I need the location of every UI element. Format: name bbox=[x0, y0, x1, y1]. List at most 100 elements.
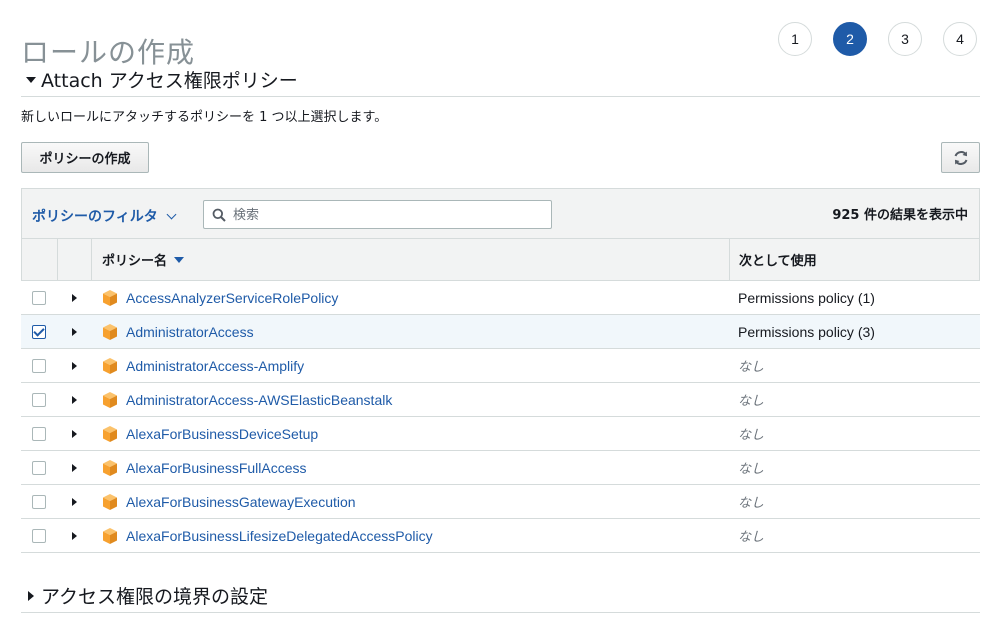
policy-name-link[interactable]: AlexaForBusinessGatewayExecution bbox=[126, 494, 356, 510]
policy-name-cell: AlexaForBusinessGatewayExecution bbox=[91, 493, 729, 511]
aws-policy-cube-icon bbox=[103, 459, 117, 476]
policy-name-link[interactable]: AdministratorAccess-AWSElasticBeanstalk bbox=[126, 392, 392, 408]
create-policy-button[interactable]: ポリシーの作成 bbox=[21, 142, 149, 173]
table-row[interactable]: AccessAnalyzerServiceRolePolicy Permissio… bbox=[21, 281, 980, 315]
table-header: ポリシー名 次として使用 bbox=[21, 239, 980, 281]
row-select-cell bbox=[21, 324, 57, 339]
expand-caret-icon[interactable] bbox=[71, 327, 77, 336]
policy-name-link[interactable]: AdministratorAccess bbox=[126, 324, 254, 340]
policy-name-link[interactable]: AlexaForBusinessFullAccess bbox=[126, 460, 307, 476]
table-row[interactable]: AdministratorAccess Permissions policy (3… bbox=[21, 315, 980, 349]
search-input[interactable] bbox=[231, 206, 535, 223]
chevron-down-icon bbox=[166, 209, 177, 220]
table-row[interactable]: AlexaForBusinessGatewayExecution なし bbox=[21, 485, 980, 519]
used-as-cell: Permissions policy (1) bbox=[738, 289, 875, 306]
permissions-boundary-section-header[interactable]: アクセス権限の境界の設定 bbox=[21, 579, 980, 613]
row-expand-cell bbox=[57, 497, 91, 506]
row-checkbox[interactable] bbox=[32, 494, 46, 509]
policy-name-cell: AlexaForBusinessFullAccess bbox=[91, 459, 729, 477]
used-as-cell: なし bbox=[738, 394, 765, 409]
aws-policy-cube-icon bbox=[103, 425, 117, 442]
policy-name-cell: AlexaForBusinessDeviceSetup bbox=[91, 425, 729, 443]
row-select-cell bbox=[21, 528, 57, 543]
policy-name-cell: AccessAnalyzerServiceRolePolicy bbox=[91, 289, 729, 307]
aws-policy-cube-icon bbox=[103, 357, 117, 374]
row-checkbox[interactable] bbox=[32, 460, 46, 475]
header-expand-cell bbox=[58, 239, 92, 280]
expand-caret-icon[interactable] bbox=[71, 531, 77, 540]
expand-caret-icon[interactable] bbox=[71, 293, 77, 302]
table-row[interactable]: AdministratorAccess-AWSElasticBeanstalk な… bbox=[21, 383, 980, 417]
search-box[interactable] bbox=[203, 200, 552, 229]
caret-right-icon bbox=[21, 590, 41, 601]
aws-policy-cube-icon bbox=[103, 323, 117, 340]
policy-name-cell: AdministratorAccess-AWSElasticBeanstalk bbox=[91, 391, 729, 409]
aws-policy-cube-icon bbox=[103, 493, 117, 510]
step-4[interactable]: 4 bbox=[943, 22, 977, 56]
result-count: 925 件の結果を表示中 bbox=[832, 208, 968, 223]
table-row[interactable]: AlexaForBusinessFullAccess なし bbox=[21, 451, 980, 485]
used-as-cell: なし bbox=[738, 496, 765, 511]
row-expand-cell bbox=[57, 327, 91, 336]
policy-name-cell: AlexaForBusinessLifesizeDelegatedAccessP… bbox=[91, 527, 729, 545]
table-body: AccessAnalyzerServiceRolePolicy Permissio… bbox=[21, 281, 980, 553]
row-select-cell bbox=[21, 426, 57, 441]
row-expand-cell bbox=[57, 429, 91, 438]
table-row[interactable]: AlexaForBusinessLifesizeDelegatedAccessP… bbox=[21, 519, 980, 553]
row-checkbox[interactable] bbox=[32, 528, 46, 543]
expand-caret-icon[interactable] bbox=[71, 429, 77, 438]
row-select-cell bbox=[21, 494, 57, 509]
step-3[interactable]: 3 bbox=[888, 22, 922, 56]
column-header-used-as: 次として使用 bbox=[730, 239, 979, 280]
table-row[interactable]: AdministratorAccess-Amplify なし bbox=[21, 349, 980, 383]
aws-policy-cube-icon bbox=[103, 289, 117, 306]
caret-down-icon bbox=[21, 76, 41, 83]
attach-policies-section-header[interactable]: Attach アクセス権限ポリシー bbox=[21, 63, 980, 97]
row-select-cell bbox=[21, 392, 57, 407]
used-as-cell: なし bbox=[738, 462, 765, 477]
policy-filter-label: ポリシーのフィルタ bbox=[32, 209, 158, 225]
step-2-current[interactable]: 2 bbox=[833, 22, 867, 56]
policy-name-link[interactable]: AdministratorAccess-Amplify bbox=[126, 358, 304, 374]
used-as-cell: なし bbox=[738, 428, 765, 443]
attach-policies-description: 新しいロールにアタッチするポリシーを 1 つ以上選択します。 bbox=[21, 110, 388, 125]
used-as-cell: なし bbox=[738, 360, 765, 375]
policy-name-cell: AdministratorAccess-Amplify bbox=[91, 357, 729, 375]
row-expand-cell bbox=[57, 463, 91, 472]
used-as-cell: なし bbox=[738, 530, 765, 545]
row-checkbox[interactable] bbox=[32, 290, 46, 305]
expand-caret-icon[interactable] bbox=[71, 497, 77, 506]
row-checkbox[interactable] bbox=[32, 426, 46, 441]
row-expand-cell bbox=[57, 531, 91, 540]
row-expand-cell bbox=[57, 293, 91, 302]
refresh-icon bbox=[954, 150, 967, 165]
sort-descending-icon[interactable] bbox=[174, 256, 185, 263]
row-checkbox[interactable] bbox=[32, 324, 46, 339]
expand-caret-icon[interactable] bbox=[71, 463, 77, 472]
row-checkbox[interactable] bbox=[32, 358, 46, 373]
attach-policies-title: Attach アクセス権限ポリシー bbox=[41, 70, 298, 92]
policy-name-link[interactable]: AlexaForBusinessLifesizeDelegatedAccessP… bbox=[126, 528, 433, 544]
row-select-cell bbox=[21, 290, 57, 305]
permissions-boundary-title: アクセス権限の境界の設定 bbox=[41, 586, 269, 608]
policy-filter-dropdown[interactable]: ポリシーのフィルタ bbox=[32, 206, 177, 226]
aws-policy-cube-icon bbox=[103, 527, 117, 544]
policy-name-link[interactable]: AlexaForBusinessDeviceSetup bbox=[126, 426, 318, 442]
refresh-button[interactable] bbox=[941, 142, 980, 173]
row-expand-cell bbox=[57, 361, 91, 370]
search-icon bbox=[212, 208, 226, 222]
column-header-policy-name[interactable]: ポリシー名 bbox=[92, 239, 730, 280]
step-1[interactable]: 1 bbox=[778, 22, 812, 56]
policy-table: ポリシーのフィルタ 925 件の結果を表示中 ポリシー名 次として使用 Acce… bbox=[21, 188, 980, 553]
row-checkbox[interactable] bbox=[32, 392, 46, 407]
policy-name-link[interactable]: AccessAnalyzerServiceRolePolicy bbox=[126, 290, 338, 306]
filter-bar: ポリシーのフィルタ 925 件の結果を表示中 bbox=[21, 188, 980, 239]
header-select-cell bbox=[22, 239, 58, 280]
column-used-as-label: 次として使用 bbox=[739, 254, 817, 269]
used-as-cell: Permissions policy (3) bbox=[738, 323, 875, 340]
expand-caret-icon[interactable] bbox=[71, 395, 77, 404]
wizard-steps: 1 2 3 4 bbox=[778, 22, 977, 56]
expand-caret-icon[interactable] bbox=[71, 361, 77, 370]
row-select-cell bbox=[21, 460, 57, 475]
table-row[interactable]: AlexaForBusinessDeviceSetup なし bbox=[21, 417, 980, 451]
